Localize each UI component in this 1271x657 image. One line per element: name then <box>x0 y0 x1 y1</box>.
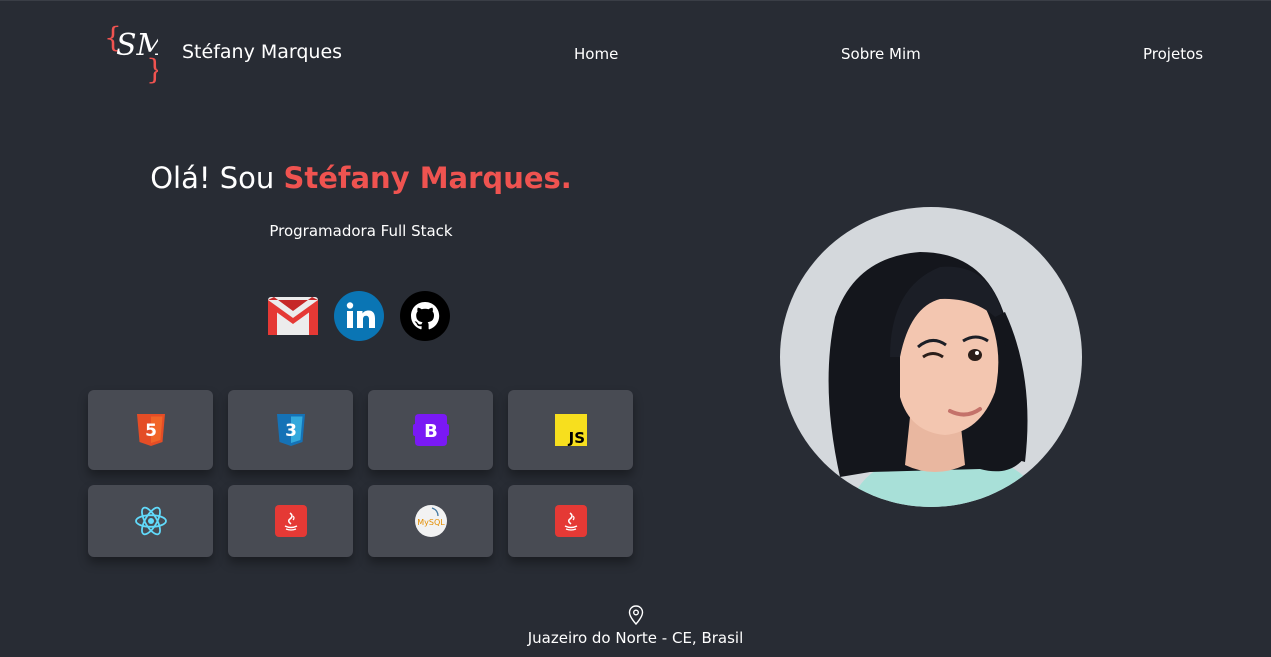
greeting-name: Stéfany Marques. <box>283 161 572 195</box>
nav-sobre-mim[interactable]: Sobre Mim <box>841 45 921 63</box>
brand-name: Stéfany Marques <box>182 41 343 63</box>
java-icon <box>274 505 307 537</box>
location-pin-icon <box>628 605 643 625</box>
github-link[interactable] <box>400 291 450 341</box>
skill-card-react[interactable] <box>88 485 213 557</box>
github-icon <box>400 291 450 341</box>
skill-card-css[interactable]: 3 <box>228 390 353 470</box>
greeting-prefix: Olá! Sou <box>150 161 284 195</box>
skills-grid: 5 3 B JS MySQL <box>88 390 634 557</box>
skill-card-mysql[interactable]: MySQL <box>368 485 493 557</box>
html5-icon: 5 <box>136 414 165 446</box>
logo-icon[interactable]: { SM } <box>104 21 158 85</box>
skills-row: 5 3 B JS <box>88 390 634 470</box>
svg-text:JS: JS <box>567 429 584 446</box>
gmail-icon <box>268 297 318 335</box>
gmail-link[interactable] <box>268 291 318 341</box>
avatar <box>780 207 1082 507</box>
svg-text:3: 3 <box>285 421 297 441</box>
nav-home[interactable]: Home <box>574 45 618 63</box>
bootstrap-icon: B <box>412 414 449 446</box>
linkedin-link[interactable] <box>334 291 384 341</box>
svg-text:5: 5 <box>145 421 157 441</box>
skill-card-java[interactable] <box>228 485 353 557</box>
social-links <box>268 291 450 341</box>
svg-text:B: B <box>424 421 438 442</box>
avatar-illustration <box>828 252 1042 507</box>
react-icon <box>134 506 167 536</box>
javascript-icon: JS <box>554 414 587 446</box>
skill-card-javascript[interactable]: JS <box>508 390 633 470</box>
greeting-heading: Olá! Sou Stéfany Marques. <box>0 161 722 195</box>
css3-icon: 3 <box>276 414 305 446</box>
svg-text:MySQL: MySQL <box>417 518 445 527</box>
skill-card-html[interactable]: 5 <box>88 390 213 470</box>
skill-card-bootstrap[interactable]: B <box>368 390 493 470</box>
location-text: Juazeiro do Norte - CE, Brasil <box>527 629 744 647</box>
mysql-icon: MySQL <box>414 505 447 537</box>
skill-card-java[interactable] <box>508 485 633 557</box>
footer: Juazeiro do Norte - CE, Brasil <box>0 605 1271 647</box>
nav-projetos[interactable]: Projetos <box>1143 45 1203 63</box>
java-icon <box>554 505 587 537</box>
skills-row: MySQL <box>88 485 634 557</box>
subtitle: Programadora Full Stack <box>269 222 453 240</box>
svg-text:}: } <box>146 53 158 85</box>
page: { SM } Stéfany Marques Home Sobre Mim Pr… <box>0 0 1271 657</box>
linkedin-icon <box>334 291 384 341</box>
